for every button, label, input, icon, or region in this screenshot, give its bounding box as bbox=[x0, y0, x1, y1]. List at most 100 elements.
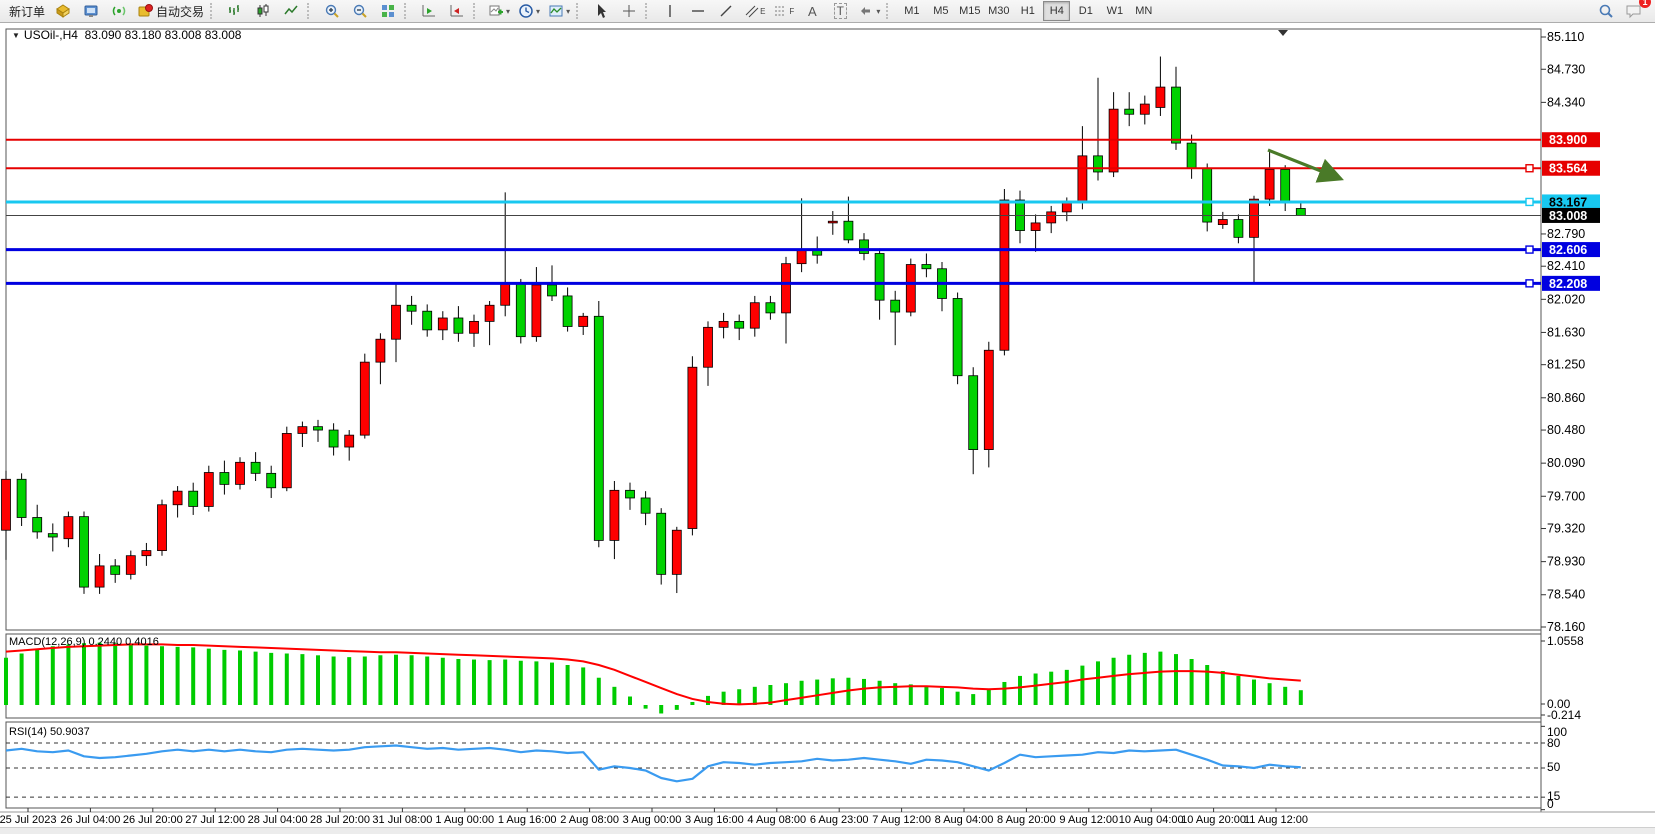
svg-text:1 Aug 16:00: 1 Aug 16:00 bbox=[498, 814, 557, 826]
channel-icon[interactable]: E bbox=[741, 0, 768, 22]
svg-text:82.410: 82.410 bbox=[1547, 259, 1585, 273]
trendline-icon[interactable] bbox=[713, 0, 739, 22]
gold-cube-icon[interactable] bbox=[50, 0, 76, 22]
svg-text:3 Aug 16:00: 3 Aug 16:00 bbox=[685, 814, 744, 826]
svg-text:81.630: 81.630 bbox=[1547, 325, 1585, 339]
terminal-icon[interactable] bbox=[78, 0, 104, 22]
chart-shift-icon[interactable] bbox=[444, 0, 470, 22]
svg-text:78.540: 78.540 bbox=[1547, 588, 1585, 602]
tile-windows-icon[interactable] bbox=[375, 0, 401, 22]
crosshair-icon[interactable] bbox=[616, 0, 642, 22]
zoom-out-icon[interactable] bbox=[347, 0, 373, 22]
svg-text:4 Aug 08:00: 4 Aug 08:00 bbox=[747, 814, 806, 826]
toolbar-grip bbox=[886, 3, 895, 19]
fibonacci-icon-letter: F bbox=[789, 7, 794, 16]
svg-text:78.160: 78.160 bbox=[1547, 620, 1585, 634]
svg-text:82.020: 82.020 bbox=[1547, 292, 1585, 306]
zoom-in-icon[interactable] bbox=[319, 0, 345, 22]
timeframe-M1[interactable]: M1 bbox=[898, 1, 925, 21]
chart-symbol: USOil-,H4 bbox=[24, 28, 78, 42]
line-chart-icon[interactable] bbox=[278, 0, 304, 22]
text-icon-letter: A bbox=[808, 4, 817, 19]
svg-text:78.930: 78.930 bbox=[1547, 555, 1585, 569]
svg-text:28 Jul 04:00: 28 Jul 04:00 bbox=[248, 814, 308, 826]
candle-chart-icon[interactable] bbox=[250, 0, 276, 22]
svg-text:27 Jul 12:00: 27 Jul 12:00 bbox=[185, 814, 245, 826]
main-toolbar: 新订单 自动交易 ▾ ▾ bbox=[0, 0, 1655, 23]
notifications-icon[interactable]: 1 bbox=[1621, 0, 1647, 22]
svg-text:11 Aug 12:00: 11 Aug 12:00 bbox=[1244, 814, 1308, 826]
fibonacci-icon[interactable]: F bbox=[770, 0, 797, 22]
svg-text:82.606: 82.606 bbox=[1549, 243, 1587, 257]
svg-text:6 Aug 23:00: 6 Aug 23:00 bbox=[810, 814, 869, 826]
timeframe-M5[interactable]: M5 bbox=[927, 1, 954, 21]
cursor-icon[interactable] bbox=[588, 0, 614, 22]
rsi-indicator-label: RSI(14) 50.9037 bbox=[9, 726, 90, 738]
svg-text:31 Jul 08:00: 31 Jul 08:00 bbox=[372, 814, 432, 826]
chart-ohlc-values: 83.090 83.180 83.008 83.008 bbox=[85, 28, 242, 42]
toolbar-grip bbox=[307, 3, 316, 19]
svg-text:8 Aug 04:00: 8 Aug 04:00 bbox=[935, 814, 994, 826]
bar-chart-icon[interactable] bbox=[222, 0, 248, 22]
svg-text:84.730: 84.730 bbox=[1547, 62, 1585, 76]
auto-scroll-icon[interactable] bbox=[416, 0, 442, 22]
svg-text:10 Aug 20:00: 10 Aug 20:00 bbox=[1181, 814, 1246, 826]
new-order-label: 新订单 bbox=[9, 3, 45, 20]
svg-text:2 Aug 08:00: 2 Aug 08:00 bbox=[560, 814, 619, 826]
text-icon[interactable]: A bbox=[799, 0, 825, 22]
svg-text:80.090: 80.090 bbox=[1547, 456, 1585, 470]
svg-text:1.0558: 1.0558 bbox=[1547, 634, 1584, 648]
svg-text:50: 50 bbox=[1547, 760, 1561, 774]
timeframe-M15[interactable]: M15 bbox=[956, 1, 983, 21]
macd-indicator-label: MACD(12,26,9) 0.2440 0.4016 bbox=[9, 636, 159, 648]
svg-text:80.480: 80.480 bbox=[1547, 423, 1585, 437]
svg-text:9 Aug 12:00: 9 Aug 12:00 bbox=[1059, 814, 1118, 826]
svg-text:83.564: 83.564 bbox=[1549, 162, 1587, 176]
svg-text:84.340: 84.340 bbox=[1547, 95, 1585, 109]
svg-text:79.700: 79.700 bbox=[1547, 489, 1585, 503]
signal-icon[interactable] bbox=[106, 0, 132, 22]
chevron-down-icon: ▾ bbox=[876, 7, 880, 16]
timeframe-D1[interactable]: D1 bbox=[1072, 1, 1099, 21]
template-icon[interactable]: ▾ bbox=[545, 0, 573, 22]
svg-text:82.208: 82.208 bbox=[1549, 277, 1587, 291]
shapes-icon[interactable]: ▾ bbox=[855, 0, 883, 22]
timeframe-M30[interactable]: M30 bbox=[985, 1, 1012, 21]
svg-text:-0.214: -0.214 bbox=[1547, 708, 1581, 722]
timeframe-MN[interactable]: MN bbox=[1130, 1, 1157, 21]
chevron-down-icon: ▾ bbox=[506, 7, 510, 16]
timeframe-H1[interactable]: H1 bbox=[1014, 1, 1041, 21]
text-label-icon[interactable]: T bbox=[827, 0, 853, 22]
horizontal-line-icon[interactable] bbox=[685, 0, 711, 22]
text-label-icon-letter: T bbox=[834, 3, 847, 19]
auto-trading-label: 自动交易 bbox=[156, 3, 204, 20]
svg-text:26 Jul 20:00: 26 Jul 20:00 bbox=[123, 814, 183, 826]
svg-text:80: 80 bbox=[1547, 736, 1561, 750]
auto-trading-button[interactable]: 自动交易 bbox=[134, 0, 207, 22]
svg-text:28 Jul 20:00: 28 Jul 20:00 bbox=[310, 814, 370, 826]
chevron-down-icon: ▾ bbox=[536, 7, 540, 16]
channel-icon-letter: E bbox=[760, 7, 765, 16]
chart-canvas[interactable]: 85.11084.73084.34082.79082.41082.02081.6… bbox=[0, 0, 1655, 833]
chart-title: ▼ USOil-,H4 83.090 83.180 83.008 83.008 bbox=[12, 28, 241, 42]
toolbar-grip bbox=[210, 3, 219, 19]
svg-text:7 Aug 12:00: 7 Aug 12:00 bbox=[872, 814, 931, 826]
search-icon[interactable] bbox=[1593, 0, 1619, 22]
period-clock-icon[interactable]: ▾ bbox=[515, 0, 543, 22]
new-order-button[interactable]: 新订单 bbox=[3, 0, 48, 22]
svg-text:82.790: 82.790 bbox=[1547, 227, 1585, 241]
svg-text:3 Aug 00:00: 3 Aug 00:00 bbox=[623, 814, 682, 826]
vertical-line-icon[interactable] bbox=[657, 0, 683, 22]
toolbar-grip bbox=[404, 3, 413, 19]
symbol-dropdown-icon[interactable]: ▼ bbox=[12, 31, 20, 40]
svg-text:10 Aug 04:00: 10 Aug 04:00 bbox=[1119, 814, 1184, 826]
timeframe-H4[interactable]: H4 bbox=[1043, 1, 1070, 21]
toolbar-grip bbox=[473, 3, 482, 19]
toolbar-grip bbox=[645, 3, 654, 19]
svg-text:26 Jul 04:00: 26 Jul 04:00 bbox=[60, 814, 120, 826]
toolbar-grip bbox=[576, 3, 585, 19]
notification-badge: 1 bbox=[1639, 0, 1651, 8]
new-chart-icon[interactable]: ▾ bbox=[485, 0, 513, 22]
timeframe-W1[interactable]: W1 bbox=[1101, 1, 1128, 21]
timeframe-group: M1M5M15M30H1H4D1W1MN bbox=[897, 1, 1158, 21]
